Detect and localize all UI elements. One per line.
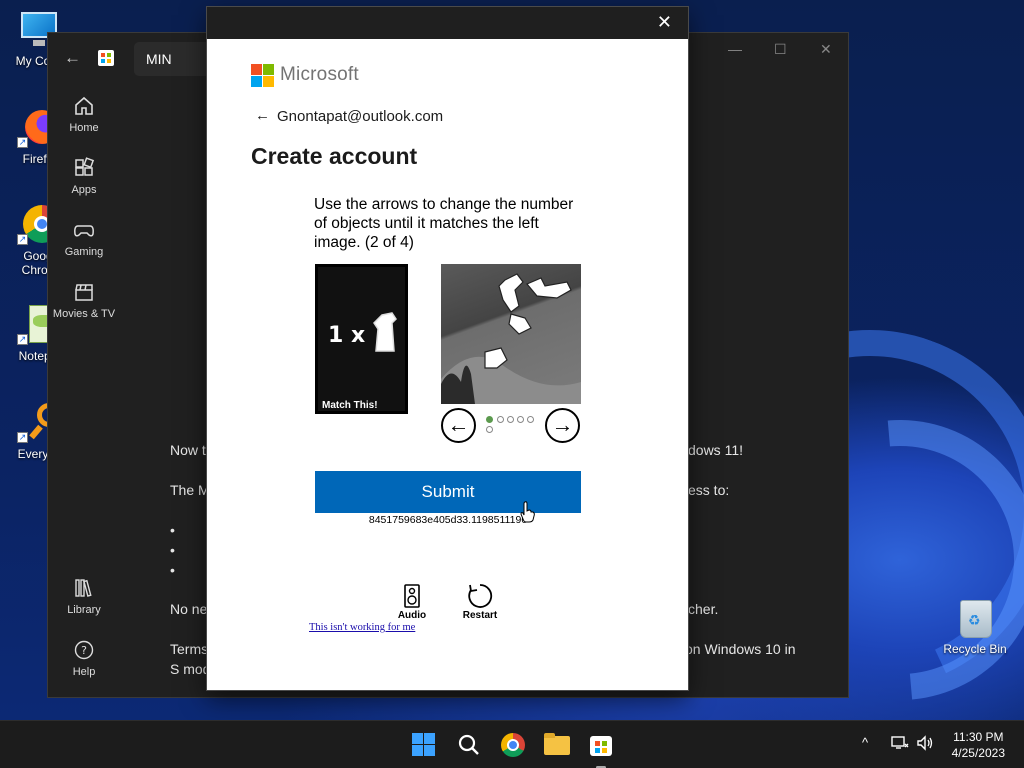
recycle-bin-icon: ♻: [954, 598, 996, 638]
restart-button[interactable]: Restart: [459, 583, 501, 621]
page-dot: [517, 416, 524, 423]
store-bullet: •: [170, 542, 175, 558]
tray-chevron-icon[interactable]: ^: [862, 735, 868, 750]
page-dot: [507, 416, 514, 423]
store-text-fragment: on Windows 10 in: [685, 641, 796, 657]
brand-name: Microsoft: [280, 64, 359, 85]
submit-button[interactable]: Submit: [315, 471, 581, 513]
back-arrow-icon[interactable]: ←: [64, 48, 81, 68]
back-arrow-icon[interactable]: ←: [255, 107, 270, 124]
library-icon: [75, 579, 92, 597]
session-id: 8451759683e405d33.1198511196: [368, 514, 528, 526]
store-logo-icon: [98, 50, 114, 66]
home-icon: [75, 96, 93, 115]
captcha-instruction: Use the arrows to change the number of o…: [314, 196, 574, 251]
sidebar-item-home[interactable]: Home: [48, 95, 120, 134]
volume-icon[interactable]: [916, 735, 934, 755]
clock-time: 11:30 PM: [953, 730, 1004, 744]
sidebar-item-apps[interactable]: Apps: [48, 157, 120, 196]
gamepad-icon: [74, 225, 94, 237]
audio-button[interactable]: Audio: [395, 584, 429, 621]
taskbar: ^ 11:30 PM 4/25/2023: [0, 720, 1024, 768]
sidebar-item-library[interactable]: Library: [48, 577, 120, 616]
windows-start-icon[interactable]: [411, 732, 437, 758]
store-taskbar-icon[interactable]: [588, 732, 614, 768]
clock-date: 4/25/2023: [951, 746, 1005, 760]
page-dot-active: [486, 416, 493, 423]
sidebar-item-movies-tv[interactable]: Movies & TV: [48, 281, 120, 320]
file-explorer-icon[interactable]: [544, 732, 570, 758]
previous-arrow-button[interactable]: ←: [441, 408, 476, 443]
hand-cursor-icon: [520, 501, 535, 523]
speaker-icon: [404, 584, 420, 608]
store-bullet: •: [170, 522, 175, 538]
taskbar-clock[interactable]: 11:30 PM 4/25/2023: [952, 729, 1005, 761]
close-icon[interactable]: ✕: [657, 13, 672, 31]
help-icon: ?: [74, 640, 94, 660]
store-text-fragment: ess to:: [688, 482, 730, 498]
puzzle-scene: [441, 273, 581, 404]
store-text-fragment: Terms: [170, 641, 209, 657]
sidebar-item-gaming[interactable]: Gaming: [48, 219, 120, 258]
captcha-puzzle-image: [441, 264, 581, 404]
page-dot: [497, 416, 504, 423]
clapperboard-icon: [75, 284, 93, 301]
chrome-icon[interactable]: [500, 732, 526, 758]
store-text-fragment: cher.: [688, 601, 719, 617]
account-email: Gnontapat@outlook.com: [277, 108, 444, 125]
restart-icon: [468, 584, 493, 608]
store-sidebar: Home Apps Gaming Movies & TV Library ? H…: [48, 85, 120, 697]
apps-icon: [75, 157, 95, 176]
desktop-icon-recycle-bin[interactable]: ♻ Recycle Bin: [940, 598, 1010, 656]
svg-text:?: ?: [81, 644, 87, 657]
microsoft-logo-icon: [251, 64, 274, 87]
page-title: Create account: [251, 143, 418, 169]
page-dot: [486, 426, 493, 433]
store-bullet: •: [170, 562, 175, 578]
page-dot: [527, 416, 534, 423]
create-account-dialog: ✕ Microsoft ← Gnontapat@outlook.com Crea…: [207, 7, 688, 690]
match-this-label: Match This!: [322, 400, 378, 411]
next-arrow-button[interactable]: →: [545, 408, 580, 443]
minimize-icon[interactable]: —: [728, 41, 742, 57]
network-icon[interactable]: [891, 735, 909, 755]
store-text-fragment: Now t: [170, 442, 206, 458]
reference-count: 1 x: [328, 323, 366, 348]
help-link[interactable]: This isn't working for me: [309, 622, 415, 633]
store-text-fragment: No ne: [170, 601, 208, 617]
reference-object-icon: [373, 312, 397, 352]
store-text-fragment: The M: [170, 482, 210, 498]
search-icon[interactable]: [456, 732, 482, 758]
close-icon[interactable]: ✕: [820, 41, 832, 58]
captcha-reference-image: 1 x Match This!: [315, 264, 408, 414]
store-text-fragment: dows 11!: [688, 442, 743, 458]
store-text-fragment: S mod: [170, 661, 211, 677]
dialog-titlebar: ✕: [207, 7, 688, 39]
sidebar-item-help[interactable]: ? Help: [48, 639, 120, 678]
maximize-icon[interactable]: ☐: [774, 41, 787, 58]
